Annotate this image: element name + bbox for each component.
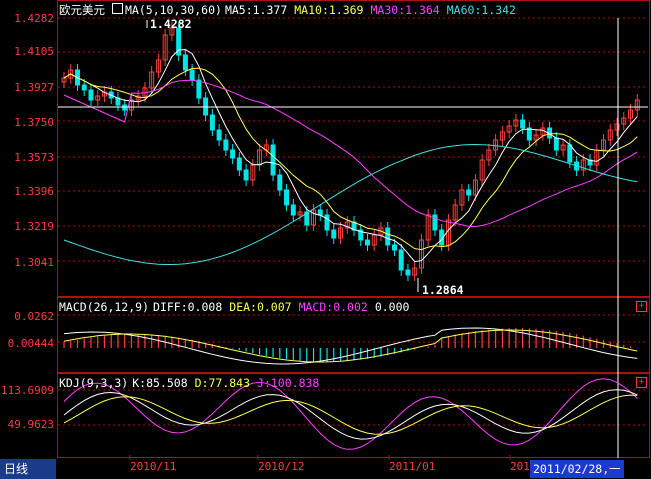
macd-dea-line bbox=[63, 329, 638, 363]
candle-body bbox=[405, 269, 411, 276]
period-tab[interactable]: 日线 bbox=[0, 459, 56, 479]
candle-body bbox=[290, 204, 296, 216]
month-label: 201 bbox=[510, 460, 530, 473]
macd-expand-button[interactable]: + bbox=[636, 301, 647, 312]
ma30-line bbox=[63, 79, 638, 228]
kdj-expand-button[interactable]: + bbox=[636, 377, 647, 388]
symbol-name: 欧元美元 bbox=[59, 3, 105, 17]
ma30-value: MA30:1.364 bbox=[370, 3, 440, 17]
candle-body bbox=[284, 189, 290, 206]
price-header: 欧元美元 MA(5,10,30,60) MA5:1.377 MA10:1.369 MA3… bbox=[59, 2, 523, 18]
kdj-d-line bbox=[63, 394, 638, 435]
candle-body bbox=[466, 189, 472, 196]
candle-body bbox=[223, 139, 229, 151]
kdj-k-line bbox=[63, 389, 638, 440]
ma10-value: MA10:1.369 bbox=[294, 3, 364, 17]
ma60-value: MA60:1.342 bbox=[446, 3, 516, 17]
candle-body bbox=[277, 174, 283, 191]
ma-label: MA(5,10,30,60) bbox=[125, 3, 222, 17]
candle-body bbox=[236, 157, 242, 171]
candle-body bbox=[331, 229, 337, 239]
candle-body bbox=[567, 144, 573, 163]
ma60-line bbox=[63, 143, 638, 265]
candle-body bbox=[196, 79, 202, 99]
macd-dea: DEA:0.007 bbox=[229, 300, 292, 314]
month-label: 2010/11 bbox=[130, 460, 177, 473]
candle-body bbox=[88, 89, 94, 101]
candle-body bbox=[216, 129, 222, 141]
candle-body bbox=[553, 137, 559, 151]
ma5-value: MA5:1.377 bbox=[224, 3, 288, 17]
candle-body bbox=[317, 209, 323, 216]
macd-value: MACD:0.002 bbox=[298, 300, 368, 314]
kdj-header: KDJ(9,3,3) K:85.508 D:77.843 J:100.838 bbox=[59, 376, 326, 390]
cursor-date: 2011/02/28,一 bbox=[530, 460, 624, 478]
macd-header: MACD(26,12,9) DIFF:0.008 DEA:0.007 MACD:0.0… bbox=[59, 300, 416, 314]
candle-body bbox=[270, 144, 276, 176]
ma-icon bbox=[112, 3, 123, 14]
candle-body bbox=[364, 239, 370, 246]
candle-body bbox=[189, 69, 195, 81]
kdj-k: K:85.508 bbox=[132, 376, 188, 390]
macd-label: MACD(26,12,9) bbox=[59, 300, 150, 314]
macd-extra: 0.000 bbox=[374, 300, 410, 314]
chart-canvas[interactable] bbox=[0, 0, 651, 479]
kdj-j: J:100.838 bbox=[257, 376, 320, 390]
candle-body bbox=[81, 84, 87, 91]
candle-body bbox=[520, 119, 526, 129]
month-label: 2011/01 bbox=[389, 460, 436, 473]
candle-body bbox=[385, 227, 391, 246]
candle-body bbox=[391, 244, 397, 251]
candle-body bbox=[243, 169, 249, 181]
high-label: 1.4282 bbox=[150, 17, 192, 31]
low-label: 1.2864 bbox=[422, 283, 464, 297]
kdj-label: KDJ(9,3,3) bbox=[59, 376, 129, 390]
candle-body bbox=[182, 54, 188, 71]
month-label: 2010/12 bbox=[258, 460, 305, 473]
macd-diff: DIFF:0.008 bbox=[153, 300, 223, 314]
candle-body bbox=[398, 249, 404, 271]
candle-body bbox=[209, 114, 215, 131]
kdj-d: D:77.843 bbox=[194, 376, 251, 390]
candle-body bbox=[230, 149, 236, 159]
